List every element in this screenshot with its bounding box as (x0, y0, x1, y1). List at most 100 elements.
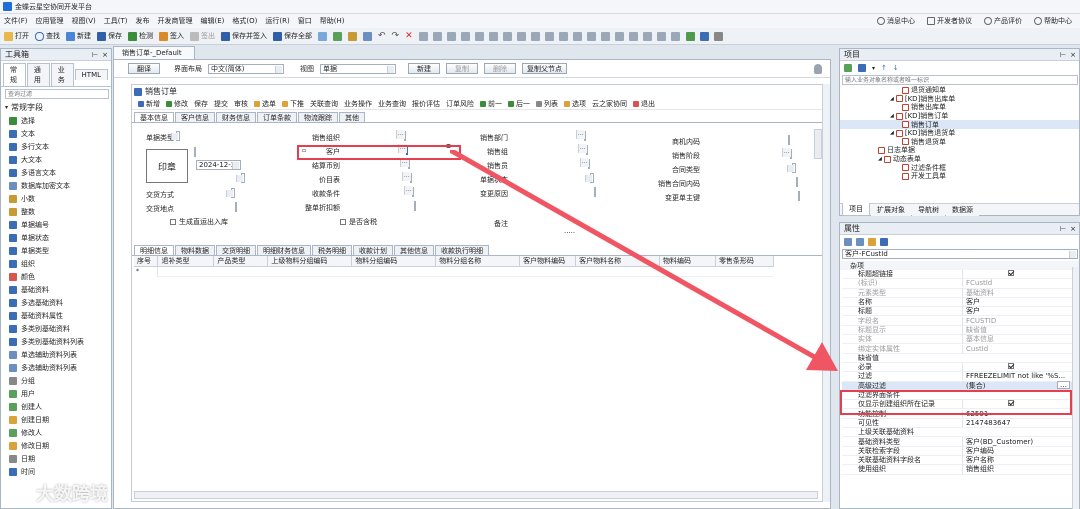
entry-tab-delivery[interactable]: 交货明细 (216, 245, 256, 255)
tree-node[interactable]: 销售订单 (840, 120, 1079, 129)
property-value[interactable] (962, 400, 1072, 409)
toolbox-tab-general[interactable]: 通用 (26, 63, 50, 86)
undo-button[interactable]: ↶ (378, 31, 386, 41)
field-customer[interactable] (405, 145, 408, 155)
sync-icon[interactable] (858, 64, 866, 72)
property-value[interactable]: FFREEZELIMIT not like '%S... (962, 372, 1072, 381)
toolbox-item[interactable]: 选择 (1, 114, 111, 127)
field-sale-dept[interactable] (583, 131, 586, 141)
property-row[interactable]: 使用组织 销售组织 (842, 464, 1072, 475)
toolbox-item[interactable]: 修改日期 (1, 439, 111, 452)
close-icon[interactable]: × (1070, 51, 1076, 59)
form-action-button[interactable]: 业务操作 (344, 99, 372, 109)
alphabetical-icon[interactable] (856, 238, 864, 246)
toolbar-icon-1[interactable] (318, 31, 327, 41)
direct-stock-checkbox[interactable] (170, 219, 176, 225)
tree-node[interactable]: 销售退货单 (840, 138, 1079, 147)
project-tab-navtree[interactable]: 导航树 (912, 203, 945, 216)
entry-tab-other[interactable]: 其他信息 (394, 245, 434, 255)
refresh-icon[interactable] (844, 64, 852, 72)
toolbox-item[interactable]: 基础资料属性 (1, 309, 111, 322)
bulb-icon[interactable] (814, 64, 822, 74)
toolbox-item[interactable]: 多选辅助资料列表 (1, 361, 111, 374)
grid-col-groupcode[interactable]: 物料分组编码 (351, 256, 437, 267)
field-delivery-place[interactable] (234, 202, 237, 212)
toolbox-tab-html[interactable]: HTML (74, 69, 109, 80)
direct-stock-check[interactable]: 生成直运出入库 (170, 217, 228, 227)
field-payment-terms[interactable] (411, 187, 414, 197)
toolbox-item[interactable]: 单据状态 (1, 231, 111, 244)
close-icon[interactable]: × (102, 51, 108, 59)
form-action-button[interactable]: 后一 (508, 99, 530, 109)
tree-node[interactable]: 日志单据 (840, 146, 1079, 155)
toolbox-item[interactable]: 多类别基础资料列表 (1, 335, 111, 348)
field-blank-1[interactable] (194, 147, 196, 157)
toolbox-item[interactable]: 多选基础资料 (1, 296, 111, 309)
menu-format[interactable]: 格式(O) (232, 16, 257, 26)
product-rating[interactable]: 产品评价 (984, 16, 1022, 26)
grid-col-producttype[interactable]: 产品类型 (213, 256, 269, 267)
toolbox-item[interactable]: 日期 (1, 452, 111, 465)
property-checkbox[interactable] (1008, 270, 1014, 277)
dropdown-icon[interactable]: ▾ (872, 65, 875, 72)
menu-publish[interactable]: 发布 (136, 16, 150, 26)
align-tools[interactable] (418, 31, 680, 41)
ellipsis-button[interactable]: … (1057, 380, 1070, 389)
field-currency[interactable] (407, 159, 410, 169)
tax-included-check[interactable]: 是否含税 (340, 217, 377, 227)
menu-view[interactable]: 视图(V) (72, 16, 96, 26)
tree-node[interactable]: ◢ [KD]销售订单 (840, 112, 1079, 121)
toolbox-item[interactable]: 分组 (1, 374, 111, 387)
toolbox-item[interactable]: 创建日期 (1, 413, 111, 426)
copy-view-button[interactable]: 复制 (446, 63, 478, 74)
menu-window[interactable]: 窗口 (298, 16, 312, 26)
field-pricelist[interactable] (409, 173, 412, 183)
entry-tab-material[interactable]: 物料数据 (175, 245, 215, 255)
toolbox-tab-business[interactable]: 业务 (50, 63, 74, 86)
tree-expand-icon[interactable]: ◢ (890, 96, 894, 102)
form-action-button[interactable]: 退出 (633, 99, 655, 109)
toolbox-tab-common[interactable]: 常规 (3, 63, 26, 86)
property-value[interactable]: (集合)… (962, 380, 1072, 391)
checkout-button[interactable]: 签出 (190, 31, 215, 41)
toolbox-item[interactable]: 小数 (1, 192, 111, 205)
tree-expand-icon[interactable]: ◢ (890, 113, 894, 119)
menu-edit[interactable]: 编辑(E) (201, 16, 225, 26)
form-action-button[interactable]: 提交 (214, 99, 228, 109)
property-pages-icon[interactable] (880, 238, 888, 246)
form-tab-customer[interactable]: 客户信息 (175, 112, 215, 122)
new-view-button[interactable]: 新建 (408, 63, 440, 74)
help-center[interactable]: 帮助中心 (1034, 16, 1072, 26)
field-opp-id[interactable] (787, 135, 790, 145)
toolbox-item[interactable]: 数据库加密文本 (1, 179, 111, 192)
toolbox-item[interactable]: 组织 (1, 257, 111, 270)
events-icon[interactable] (868, 238, 876, 246)
toolbox-item[interactable]: 颜色 (1, 270, 111, 283)
toolbox-item[interactable]: 基础资料 (1, 283, 111, 296)
entry-tab-plan[interactable]: 收款计划 (353, 245, 393, 255)
property-value[interactable] (962, 270, 1072, 279)
message-center[interactable]: 消息中心 (877, 16, 915, 26)
toolbox-item[interactable]: 多语言文本 (1, 166, 111, 179)
toolbox-item[interactable]: 单选辅助资料列表 (1, 348, 111, 361)
toolbox-item[interactable]: 创建人 (1, 400, 111, 413)
translate-button[interactable]: 翻译 (128, 63, 160, 74)
save-all-button[interactable]: 保存全部 (273, 31, 312, 41)
menu-tools[interactable]: 工具(T) (104, 16, 128, 26)
grid-col-seq[interactable]: 序号 (134, 256, 159, 267)
developer-agreement[interactable]: 开发者协议 (927, 16, 972, 26)
property-checkbox[interactable] (1008, 400, 1014, 407)
field-date[interactable]: 2024-12-31 (196, 160, 241, 170)
properties-object-select[interactable]: 客户-FCustId (842, 249, 1078, 259)
tree-node[interactable]: 销售出库单 (840, 103, 1079, 112)
toolbox-item[interactable]: 时间 (1, 465, 111, 478)
menu-app[interactable]: 应用管理 (36, 16, 64, 26)
open-button[interactable]: 打开 (4, 31, 29, 41)
project-search-input[interactable] (842, 75, 1078, 85)
field-billtype[interactable] (176, 131, 180, 141)
delete-view-button[interactable]: 删除 (484, 63, 516, 74)
arrow-up-icon[interactable]: ↑ (881, 64, 887, 72)
redo-button[interactable]: ↷ (392, 31, 400, 41)
tree-node[interactable]: ◢ [KD]销售退货单 (840, 129, 1079, 138)
form-action-button[interactable]: 前一 (480, 99, 502, 109)
